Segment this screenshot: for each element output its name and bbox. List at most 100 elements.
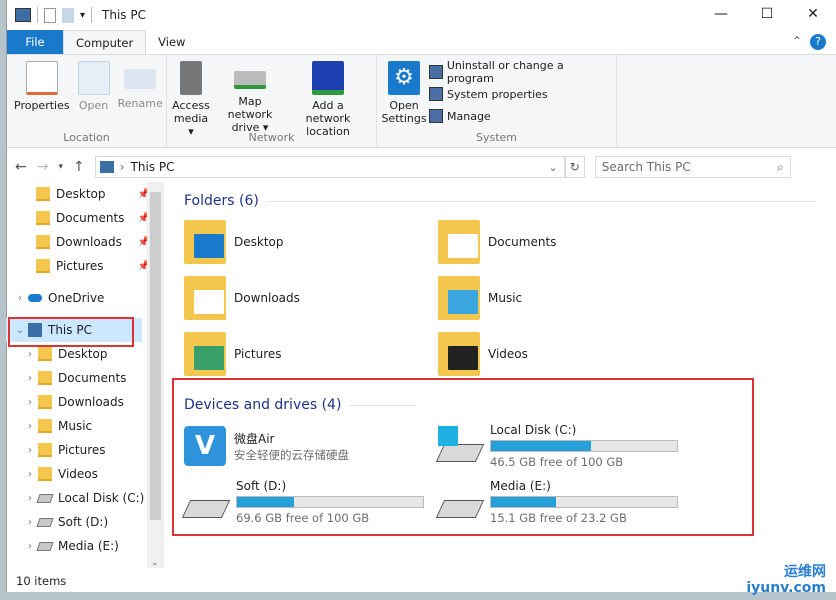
folder-icon: [184, 276, 226, 320]
rename-icon: [124, 69, 157, 89]
expand-icon[interactable]: ›: [22, 373, 38, 384]
tab-view[interactable]: View: [146, 30, 197, 54]
network-drive-icon: [234, 71, 266, 89]
properties-quick-icon[interactable]: [44, 7, 56, 23]
folder-icon: [438, 332, 480, 376]
sidebar-item[interactable]: › Media (E:): [6, 534, 166, 558]
address-toolbar: ← → ▾ ↑ › This PC ⌄ ↻ Search This PC ⌕: [7, 152, 836, 182]
manage-button[interactable]: Manage: [429, 105, 612, 127]
drive-icon: [36, 493, 54, 503]
window-title: This PC: [102, 8, 146, 22]
downloads-folder-icon: [36, 235, 50, 249]
address-dropdown-icon[interactable]: ⌄: [549, 161, 558, 174]
drive-icon: [36, 541, 54, 551]
sidebar-item-documents-pinned[interactable]: Documents 📌: [6, 206, 166, 230]
folder-icon: [438, 276, 480, 320]
group-network: Access media ▾ Map network drive ▾ Add a…: [167, 55, 377, 147]
sidebar-item[interactable]: › Music: [6, 414, 166, 438]
sidebar-item[interactable]: › Pictures: [6, 438, 166, 462]
collapse-ribbon-icon[interactable]: ⌃: [792, 34, 802, 48]
new-folder-quick-icon[interactable]: [62, 7, 74, 23]
computer-icon: [15, 8, 31, 22]
sidebar-item-pictures-pinned[interactable]: Pictures 📌: [6, 254, 166, 278]
folder-icon: [38, 443, 52, 457]
ribbon: Properties Open Rename Location Access m…: [7, 54, 836, 148]
uninstall-program-button[interactable]: Uninstall or change a program: [429, 59, 612, 85]
system-properties-button[interactable]: System properties: [429, 83, 612, 105]
scrollbar-thumb[interactable]: [150, 192, 161, 520]
desktop-folder-icon: [36, 187, 50, 201]
watermark-logo: 运维网 iyunv.com: [746, 564, 826, 596]
folder-icon: [438, 220, 480, 264]
up-button[interactable]: ↑: [73, 159, 85, 175]
sidebar-item-onedrive[interactable]: › OneDrive: [6, 286, 166, 310]
folder-icon: [38, 347, 52, 361]
expand-icon[interactable]: ›: [22, 469, 38, 480]
minimize-button[interactable]: —: [698, 0, 744, 28]
computer-icon: [99, 161, 114, 173]
folder-icon: [184, 220, 226, 264]
back-button[interactable]: ←: [15, 159, 27, 175]
folder-icon: [38, 395, 52, 409]
highlight-devices: [172, 378, 754, 536]
sidebar-item[interactable]: › Downloads: [6, 390, 166, 414]
folder-item[interactable]: Downloads: [184, 270, 438, 326]
media-icon: [180, 61, 202, 95]
properties-icon: [25, 61, 58, 95]
system-properties-icon: [429, 87, 443, 101]
folder-icon: [38, 419, 52, 433]
forward-button[interactable]: →: [37, 159, 49, 175]
expand-icon[interactable]: ›: [22, 397, 38, 408]
folder-icon: [184, 332, 226, 376]
sidebar-item[interactable]: › Local Disk (C:): [6, 486, 166, 510]
help-icon[interactable]: ?: [810, 34, 826, 50]
group-system: ⚙ Open Settings Uninstall or change a pro…: [377, 55, 617, 147]
folder-item[interactable]: Music: [438, 270, 692, 326]
scroll-down-icon[interactable]: ⌄: [151, 558, 159, 568]
expand-icon[interactable]: ›: [12, 293, 28, 304]
group-label-system: System: [475, 131, 518, 144]
folder-item[interactable]: Documents: [438, 214, 692, 270]
highlight-this-pc: [8, 317, 134, 347]
address-bar[interactable]: › This PC ⌄: [94, 156, 565, 178]
network-location-icon: [312, 61, 344, 95]
recent-locations-icon[interactable]: ▾: [58, 162, 63, 172]
customize-quick-access-icon[interactable]: ▾: [80, 10, 85, 21]
tab-file[interactable]: File: [7, 30, 63, 54]
manage-icon: [429, 109, 443, 123]
pictures-folder-icon: [36, 259, 50, 273]
refresh-button[interactable]: ↻: [564, 156, 585, 178]
ribbon-tabs: File Computer View ⌃ ?: [7, 30, 836, 54]
onedrive-cloud-icon: [28, 294, 42, 302]
folder-item[interactable]: Pictures: [184, 326, 438, 382]
title-bar: ▾ This PC — ☐ ✕: [7, 0, 836, 30]
search-icon: ⌕: [777, 159, 784, 174]
sidebar-item[interactable]: › Soft (D:): [6, 510, 166, 534]
drive-icon: [36, 517, 54, 527]
folders-header[interactable]: Folders (6): [170, 188, 836, 214]
search-input[interactable]: Search This PC ⌕: [594, 156, 791, 178]
folder-item[interactable]: Videos: [438, 326, 692, 382]
open-icon: [77, 61, 110, 95]
settings-gear-icon: ⚙: [388, 61, 420, 95]
sidebar-item-desktop-pinned[interactable]: Desktop 📌: [6, 182, 166, 206]
programs-icon: [429, 65, 443, 79]
tab-computer[interactable]: Computer: [63, 30, 147, 54]
folder-icon: [38, 371, 52, 385]
status-bar-count: 10 items: [16, 574, 67, 588]
maximize-button[interactable]: ☐: [744, 0, 790, 28]
sidebar-item[interactable]: › Videos: [6, 462, 166, 486]
breadcrumb-this-pc[interactable]: This PC: [131, 160, 175, 174]
sidebar-scrollbar[interactable]: ⌄: [147, 182, 164, 568]
folder-item[interactable]: Desktop: [184, 214, 438, 270]
expand-icon[interactable]: ›: [22, 445, 38, 456]
sidebar-item-downloads-pinned[interactable]: Downloads 📌: [6, 230, 166, 254]
sidebar-item[interactable]: › Documents: [6, 366, 166, 390]
folder-icon: [38, 467, 52, 481]
expand-icon[interactable]: ›: [22, 421, 38, 432]
documents-folder-icon: [36, 211, 50, 225]
expand-icon[interactable]: ›: [22, 349, 38, 360]
close-button[interactable]: ✕: [790, 0, 836, 28]
breadcrumb-separator-icon: ›: [119, 160, 125, 174]
group-label-network: Network: [248, 131, 295, 144]
